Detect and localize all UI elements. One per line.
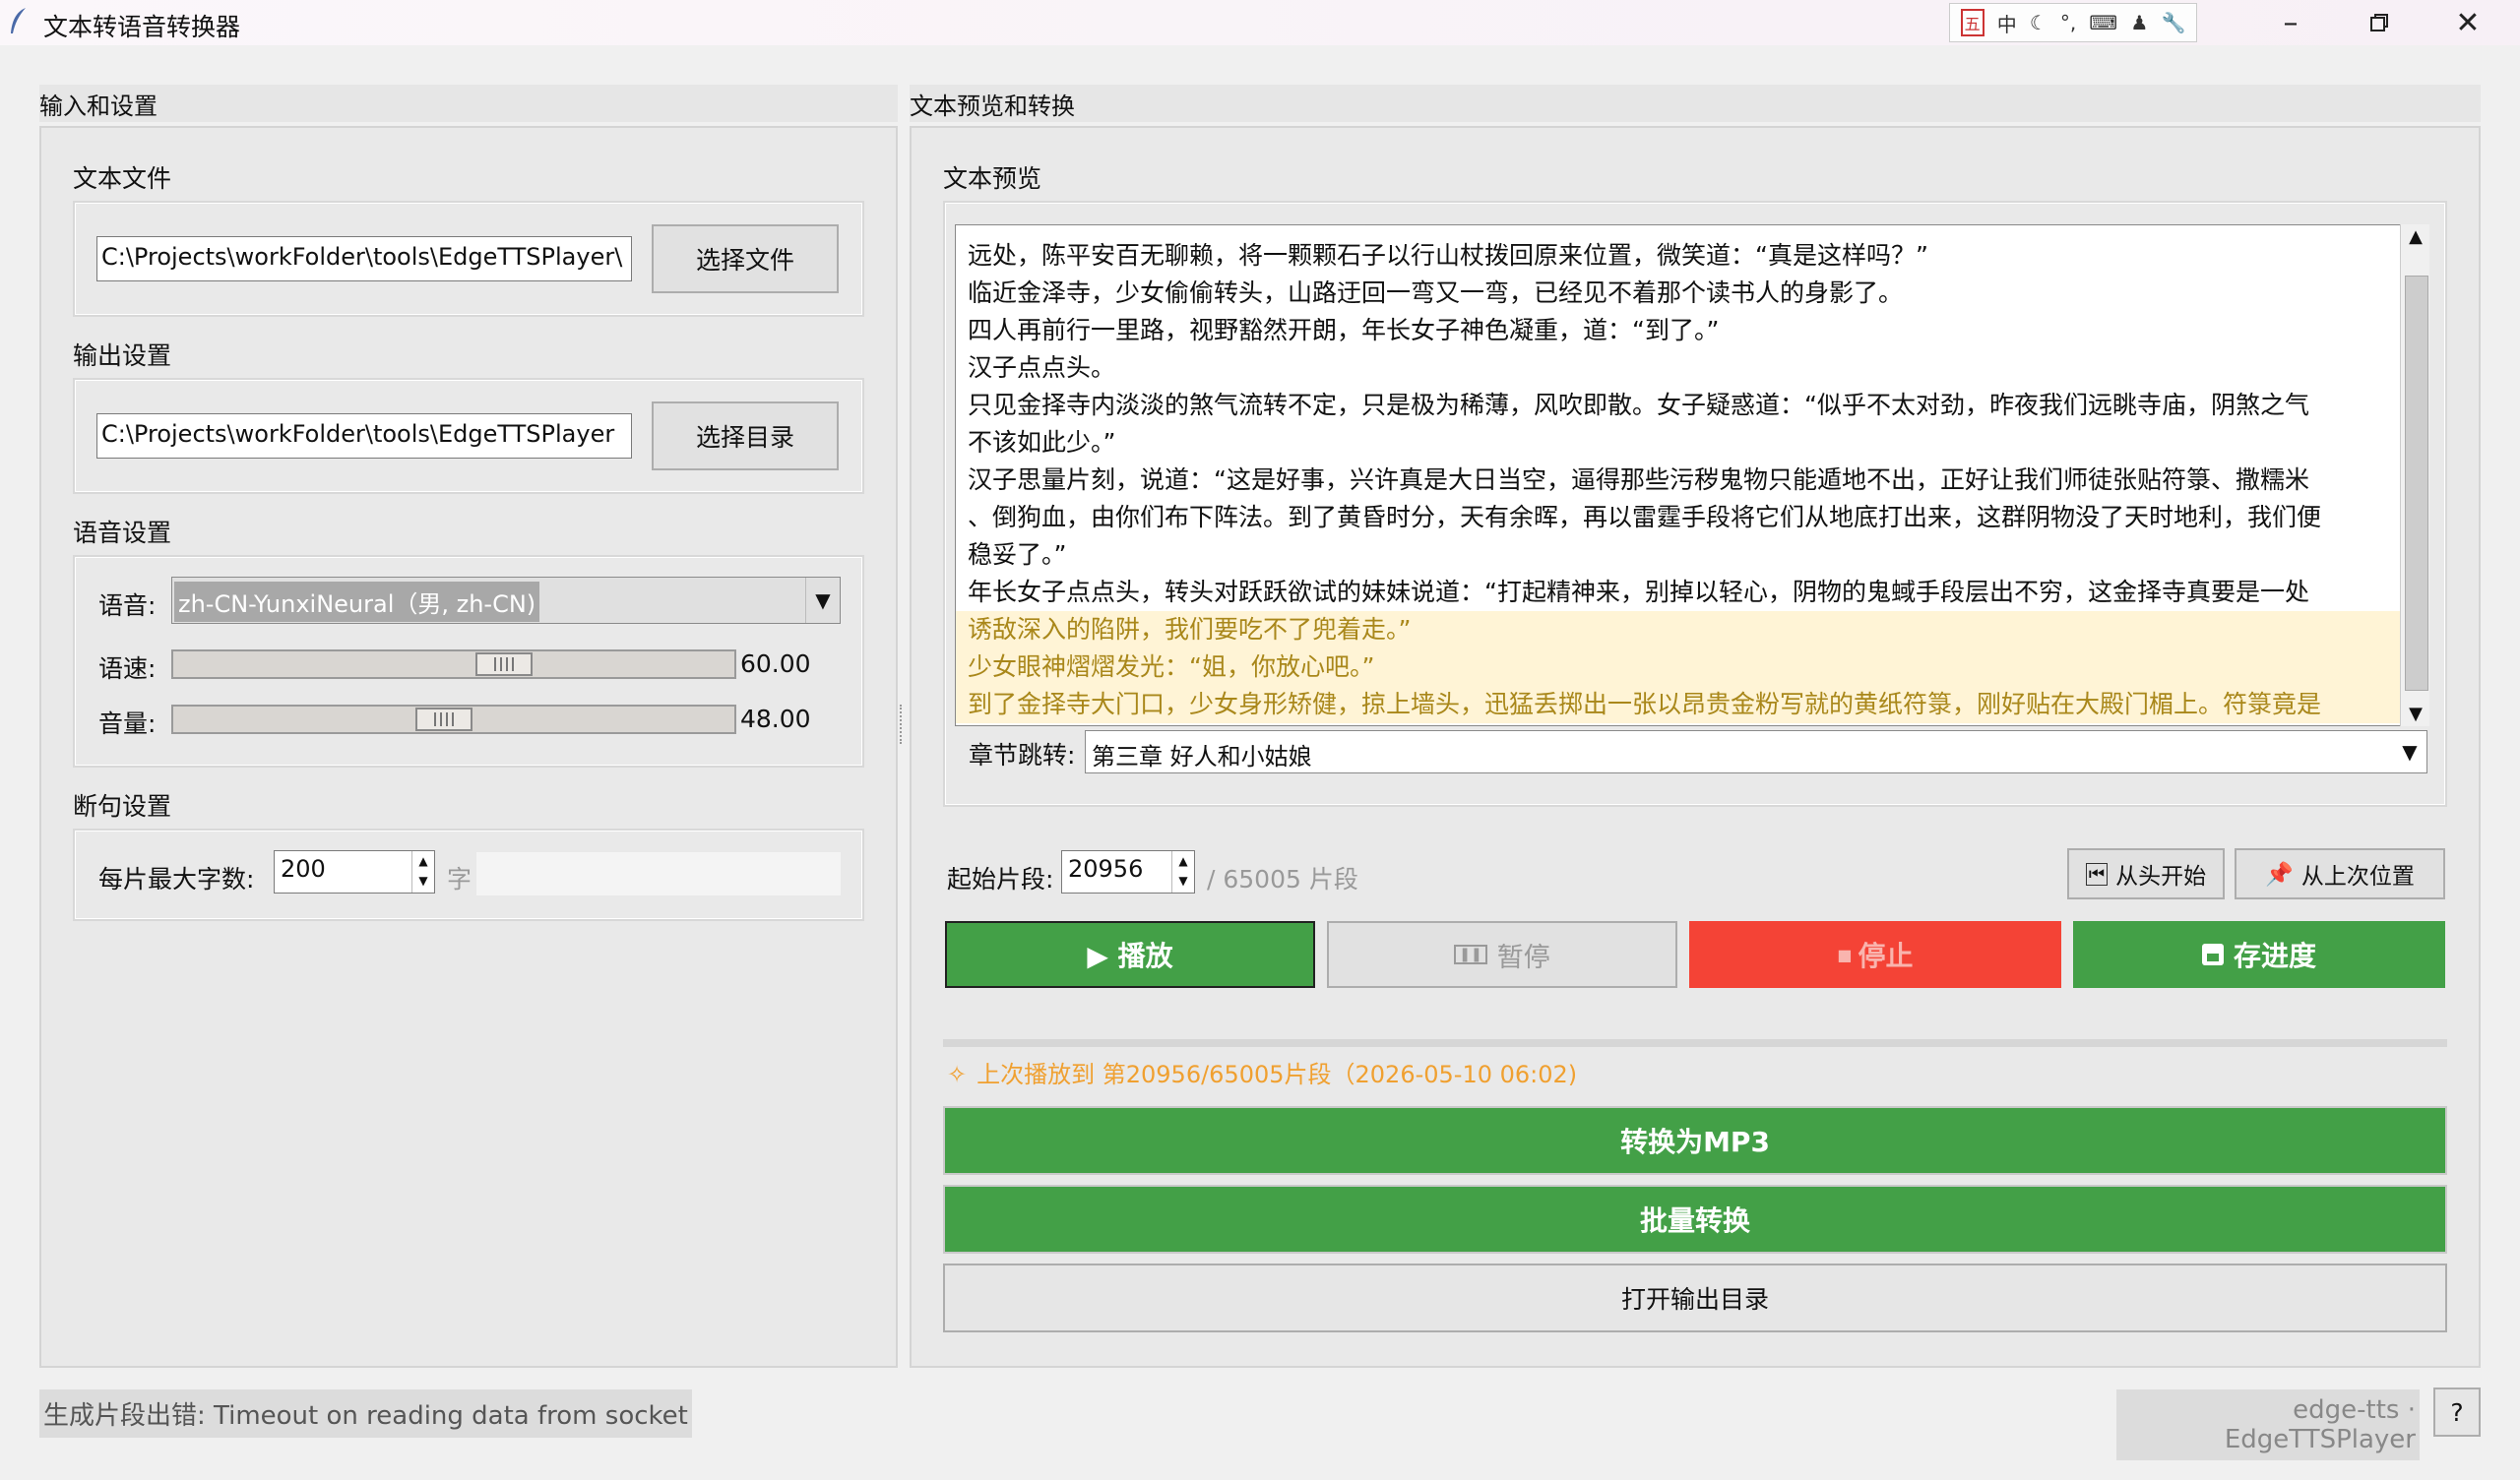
rate-value: 60.00: [740, 649, 811, 678]
pin-icon: 📌: [2265, 861, 2294, 888]
preview-line: 四人再前行一里路，视野豁然开朗，年长女子神色凝重，道：“到了。”: [968, 316, 1720, 344]
max-chars-value: 200: [281, 855, 326, 883]
start-segment-value: 20956: [1068, 855, 1144, 883]
scroll-down-icon[interactable]: ▼: [2401, 704, 2430, 724]
status-message: 生成片段出错: Timeout on reading data from soc…: [39, 1389, 692, 1438]
save-progress-button[interactable]: 存进度: [2073, 921, 2445, 988]
pause-icon: ❚❚: [1454, 945, 1487, 964]
preview-line: 年长女子点点头，转头对跃跃欲试的妹妹说道：“打起精神来，别掉以轻心，阴物的鬼蜮手…: [968, 578, 2309, 606]
split-settings-label: 断句设置: [73, 792, 172, 821]
status-info: edge-tts · EdgeTTSPlayer: [2116, 1389, 2420, 1460]
spin-arrows-icon[interactable]: ▲ ▼: [411, 851, 434, 893]
voice-label: 语音:: [98, 591, 157, 620]
preview-line: 到了金择寺大门口，少女身形矫健，掠上墙头，迅猛丢掷出一张以昂贵金粉写就的黄纸符箓…: [956, 686, 2401, 723]
last-play-info: ✧ 上次播放到 第20956/65005片段（2026-05-10 06:02): [947, 1055, 1577, 1089]
start-segment-spinbox[interactable]: 20956 ▲ ▼: [1061, 850, 1195, 894]
close-button[interactable]: ✕: [2424, 0, 2512, 45]
ime-chinese-icon[interactable]: 中: [1997, 9, 2017, 37]
volume-label: 音量:: [98, 709, 157, 738]
convert-mp3-button[interactable]: 转换为MP3: [943, 1106, 2447, 1175]
minimize-button[interactable]: –: [2246, 0, 2335, 45]
rate-slider-thumb[interactable]: [475, 652, 533, 676]
preview-scrollbar[interactable]: ▲ ▼: [2400, 224, 2429, 726]
from-start-label: 从头开始: [2115, 864, 2207, 890]
preview-line: 汉子思量片刻，说道：“这是好事，兴许真是大日当空，逼得那些污秽鬼物只能遁地不出，…: [968, 465, 2309, 494]
ime-user-icon[interactable]: ♟: [2130, 11, 2148, 34]
split-spacer: [476, 852, 841, 895]
save-icon: [2201, 944, 2224, 965]
preview-line: 稳妥了。”: [968, 540, 1067, 569]
window-title: 文本转语音转换器: [43, 13, 241, 41]
preview-line: 少女眼神熠熠发光：“姐，你放心吧。”: [956, 648, 2401, 686]
scroll-up-icon[interactable]: ▲: [2401, 226, 2430, 247]
batch-convert-button[interactable]: 批量转换: [943, 1185, 2447, 1254]
output-settings-label: 输出设置: [73, 341, 172, 370]
chapter-select-value: 第三章 好人和小姑娘: [1092, 743, 1312, 771]
text-preview-label: 文本预览: [943, 164, 1042, 193]
max-chars-spinbox[interactable]: 200 ▲ ▼: [274, 850, 435, 894]
chapter-select[interactable]: 第三章 好人和小姑娘 ▼: [1085, 730, 2427, 773]
voice-select-value: zh-CN-YunxiNeural（男, zh-CN): [174, 582, 540, 622]
ime-moon-icon[interactable]: ☾: [2030, 11, 2048, 34]
preview-line: 临近金泽寺，少女偷偷转头，山路迂回一弯又一弯，已经见不着那个读书人的身影了。: [968, 278, 1904, 307]
from-last-button[interactable]: 📌 从上次位置: [2235, 848, 2445, 899]
output-dir-input[interactable]: C:\Projects\workFolder\tools\EdgeTTSPlay…: [96, 413, 632, 459]
skip-back-icon: ⏮: [2085, 862, 2109, 886]
ime-settings-icon[interactable]: 🔧: [2161, 11, 2185, 34]
pause-button[interactable]: ❚❚ 暂停: [1327, 921, 1677, 988]
chevron-down-icon[interactable]: ▼: [805, 578, 840, 623]
stop-label: 停止: [1858, 940, 1914, 972]
save-progress-label: 存进度: [2233, 940, 2316, 972]
pause-label: 暂停: [1496, 942, 1550, 973]
from-start-button[interactable]: ⏮ 从头开始: [2067, 848, 2225, 899]
volume-slider[interactable]: [171, 705, 736, 734]
ime-keyboard-icon[interactable]: ⌨: [2089, 11, 2117, 34]
spin-arrows-icon[interactable]: ▲ ▼: [1171, 851, 1194, 893]
open-output-dir-button[interactable]: 打开输出目录: [943, 1264, 2447, 1332]
rate-label: 语速:: [98, 654, 157, 683]
help-button[interactable]: ?: [2433, 1388, 2481, 1437]
rate-slider[interactable]: [171, 649, 736, 679]
scroll-thumb[interactable]: [2405, 276, 2428, 691]
max-chars-unit: 字: [447, 865, 472, 894]
text-preview-lines: 远处，陈平安百无聊赖，将一颗颗石子以行山杖拨回原来位置，微笑道：“真是这样吗？”…: [956, 225, 2401, 723]
ime-mode-icon[interactable]: 五: [1960, 9, 1984, 36]
play-button[interactable]: ▶ 播放: [945, 921, 1315, 988]
voice-select[interactable]: zh-CN-YunxiNeural（男, zh-CN) ▼: [171, 577, 841, 624]
preview-line: 诱敌深入的陷阱，我们要吃不了兜着走。”: [956, 611, 2401, 648]
preview-line: 只见金择寺内淡淡的煞气流转不定，只是极为稀薄，风吹即散。女子疑惑道：“似乎不太对…: [968, 391, 2309, 419]
volume-slider-thumb[interactable]: [415, 708, 472, 731]
feather-app-icon: [11, 8, 26, 33]
restore-icon: [2370, 14, 2388, 31]
preview-line: 、倒狗血，由你们布下阵法。到了黄昏时分，天有余晖，再以雷霆手段将它们从地底打出来…: [968, 503, 2322, 531]
pane-splitter[interactable]: [900, 705, 908, 744]
from-last-label: 从上次位置: [2300, 864, 2415, 890]
select-file-button[interactable]: 选择文件: [652, 224, 839, 293]
ime-toolbar[interactable]: 五 中 ☾ °, ⌨ ♟ 🔧: [1949, 3, 2197, 42]
text-preview-box[interactable]: 远处，陈平安百无聊赖，将一颗颗石子以行山杖拨回原来位置，微笑道：“真是这样吗？”…: [955, 224, 2402, 726]
preview-line: 远处，陈平安百无聊赖，将一颗颗石子以行山杖拨回原来位置，微笑道：“真是这样吗？”: [968, 241, 1928, 270]
preview-line: 不该如此少。”: [968, 428, 1116, 457]
ime-punct-icon[interactable]: °,: [2060, 11, 2076, 34]
maximize-button[interactable]: [2335, 0, 2424, 45]
volume-value: 48.00: [740, 705, 811, 733]
chevron-down-icon[interactable]: ▼: [2393, 731, 2426, 772]
chapter-jump-label: 章节跳转:: [969, 741, 1076, 770]
select-dir-button[interactable]: 选择目录: [652, 401, 839, 470]
total-segments: / 65005 片段: [1207, 865, 1358, 894]
right-panel-title: 文本预览和转换: [910, 85, 2481, 122]
preview-line: 汉子点点头。: [968, 353, 1116, 382]
stop-icon: ■: [1837, 945, 1853, 964]
max-chars-label: 每片最大字数:: [98, 865, 255, 894]
text-file-label: 文本文件: [73, 164, 172, 193]
left-panel-title: 输入和设置: [39, 85, 898, 122]
stop-button[interactable]: ■ 停止: [1689, 921, 2061, 988]
start-segment-label: 起始片段:: [947, 865, 1054, 894]
voice-settings-label: 语音设置: [73, 519, 172, 547]
text-file-input[interactable]: C:\Projects\workFolder\tools\EdgeTTSPlay…: [96, 236, 632, 281]
progress-separator: [943, 1039, 2447, 1047]
last-play-text: 上次播放到 第20956/65005片段（2026-05-10 06:02): [976, 1061, 1578, 1088]
pin-icon: ✧: [947, 1061, 968, 1088]
